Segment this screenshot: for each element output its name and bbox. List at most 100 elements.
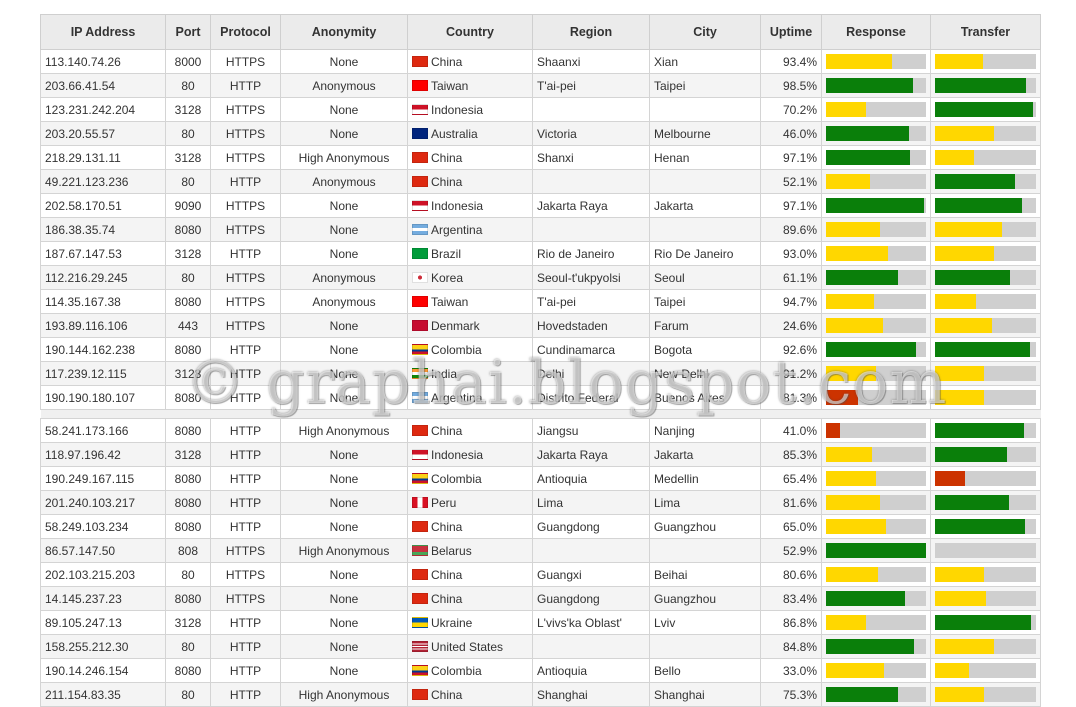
transfer-cell xyxy=(930,289,1041,314)
column-header-protocol[interactable]: Protocol xyxy=(210,14,281,50)
transfer-bar-fill xyxy=(935,198,1022,213)
response-cell xyxy=(821,658,931,683)
ip-address-cell[interactable]: 49.221.123.236 xyxy=(40,169,166,194)
country-cell: China xyxy=(407,586,533,611)
protocol-cell: HTTPS xyxy=(210,562,281,587)
transfer-bar-fill xyxy=(935,294,977,309)
ip-address-cell[interactable]: 58.241.173.166 xyxy=(40,418,166,443)
table-row[interactable]: 187.67.147.53 3128 HTTP None Brazil Rio de Ja… xyxy=(40,241,1041,266)
table-row[interactable]: 49.221.123.236 80 HTTP Anonymous China 52.1% xyxy=(40,169,1041,194)
city-cell: Henan xyxy=(649,145,761,170)
uptime-cell: 81.3% xyxy=(760,385,822,410)
transfer-bar xyxy=(935,567,1036,582)
table-row[interactable]: 113.140.74.26 8000 HTTPS None China Shaanxi Xi… xyxy=(40,49,1041,74)
anonymity-cell: None xyxy=(280,217,408,242)
transfer-bar xyxy=(935,102,1036,117)
table-row[interactable]: 203.66.41.54 80 HTTP Anonymous Taiwan T'ai-pe… xyxy=(40,73,1041,98)
table-row[interactable]: 202.103.215.203 80 HTTPS None China Guangxi Be… xyxy=(40,562,1041,587)
column-header-city[interactable]: City xyxy=(649,14,761,50)
ip-address-cell[interactable]: 86.57.147.50 xyxy=(40,538,166,563)
table-row[interactable]: 201.240.103.217 8080 HTTP None Peru Lima Lima 8… xyxy=(40,490,1041,515)
transfer-bar xyxy=(935,495,1036,510)
region-cell: Shaanxi xyxy=(532,49,650,74)
ip-address-cell[interactable]: 190.144.162.238 xyxy=(40,337,166,362)
column-header-response[interactable]: Response xyxy=(821,14,931,50)
response-cell xyxy=(821,361,931,386)
column-header-transfer[interactable]: Transfer xyxy=(930,14,1041,50)
ip-address-cell[interactable]: 190.249.167.115 xyxy=(40,466,166,491)
table-row[interactable]: 158.255.212.30 80 HTTP None United States 84.… xyxy=(40,634,1041,659)
table-row[interactable]: 58.241.173.166 8080 HTTP High Anonymous Chin… xyxy=(40,418,1041,443)
port-cell: 8080 xyxy=(165,514,211,539)
column-header-port[interactable]: Port xyxy=(165,14,211,50)
ip-address-cell[interactable]: 123.231.242.204 xyxy=(40,97,166,122)
ip-address-cell[interactable]: 114.35.167.38 xyxy=(40,289,166,314)
country-name: Taiwan xyxy=(431,78,469,93)
response-bar-fill xyxy=(826,318,883,333)
table-row[interactable]: 193.89.116.106 443 HTTPS None Denmark Hovedst… xyxy=(40,313,1041,338)
transfer-cell xyxy=(930,241,1041,266)
ip-address-cell[interactable]: 89.105.247.13 xyxy=(40,610,166,635)
country-flag-icon xyxy=(412,295,428,307)
column-header-region[interactable]: Region xyxy=(532,14,650,50)
table-row[interactable]: 190.144.162.238 8080 HTTP None Colombia Cundi… xyxy=(40,337,1041,362)
country-name: Indonesia xyxy=(431,447,484,462)
ip-address-cell[interactable]: 202.58.170.51 xyxy=(40,193,166,218)
table-row[interactable]: 186.38.35.74 8080 HTTPS None Argentina 89.6% xyxy=(40,217,1041,242)
table-row[interactable]: 89.105.247.13 3128 HTTP None Ukraine L'vivs'k… xyxy=(40,610,1041,635)
country-flag-icon xyxy=(412,592,428,604)
column-header-ip-address[interactable]: IP Address xyxy=(40,14,166,50)
country-name: Taiwan xyxy=(431,294,469,309)
table-row[interactable]: 14.145.237.23 8080 HTTPS None China Guangdong… xyxy=(40,586,1041,611)
table-row[interactable]: 114.35.167.38 8080 HTTPS Anonymous Taiwan T'a… xyxy=(40,289,1041,314)
ip-address-cell[interactable]: 202.103.215.203 xyxy=(40,562,166,587)
protocol-cell: HTTPS xyxy=(210,538,281,563)
ip-address-cell[interactable]: 190.190.180.107 xyxy=(40,385,166,410)
table-row[interactable]: 190.249.167.115 8080 HTTP None Colombia Antio… xyxy=(40,466,1041,491)
column-header-uptime[interactable]: Uptime xyxy=(760,14,822,50)
transfer-bar xyxy=(935,270,1036,285)
ip-address-cell[interactable]: 203.66.41.54 xyxy=(40,73,166,98)
table-row[interactable]: 112.216.29.245 80 HTTPS Anonymous Korea Seoul… xyxy=(40,265,1041,290)
country-cell: Peru xyxy=(407,490,533,515)
ip-address-cell[interactable]: 118.97.196.42 xyxy=(40,442,166,467)
transfer-cell xyxy=(930,217,1041,242)
table-row[interactable]: 118.97.196.42 3128 HTTP None Indonesia Jakart… xyxy=(40,442,1041,467)
table-row[interactable]: 117.239.12.115 3128 HTTP None India Delhi New … xyxy=(40,361,1041,386)
port-cell: 3128 xyxy=(165,610,211,635)
ip-address-cell[interactable]: 58.249.103.234 xyxy=(40,514,166,539)
table-row[interactable]: 190.14.246.154 8080 HTTP None Colombia Antioq… xyxy=(40,658,1041,683)
table-row[interactable]: 58.249.103.234 8080 HTTP None China Guangdong… xyxy=(40,514,1041,539)
transfer-cell xyxy=(930,466,1041,491)
response-cell xyxy=(821,121,931,146)
column-header-country[interactable]: Country xyxy=(407,14,533,50)
city-cell: Guangzhou xyxy=(649,586,761,611)
ip-address-cell[interactable]: 193.89.116.106 xyxy=(40,313,166,338)
table-row[interactable]: 218.29.131.11 3128 HTTPS High Anonymous Chin… xyxy=(40,145,1041,170)
ip-address-cell[interactable]: 201.240.103.217 xyxy=(40,490,166,515)
ip-address-cell[interactable]: 117.239.12.115 xyxy=(40,361,166,386)
table-row[interactable]: 211.154.83.35 80 HTTP High Anonymous China Sh… xyxy=(40,682,1041,707)
ip-address-cell[interactable]: 112.216.29.245 xyxy=(40,265,166,290)
region-cell: Cundinamarca xyxy=(532,337,650,362)
city-cell: Nanjing xyxy=(649,418,761,443)
ip-address-cell[interactable]: 158.255.212.30 xyxy=(40,634,166,659)
table-row[interactable]: 86.57.147.50 808 HTTPS High Anonymous Belaru… xyxy=(40,538,1041,563)
table-row[interactable]: 123.231.242.204 3128 HTTPS None Indonesia 70.… xyxy=(40,97,1041,122)
ip-address-cell[interactable]: 113.140.74.26 xyxy=(40,49,166,74)
ip-address-cell[interactable]: 186.38.35.74 xyxy=(40,217,166,242)
protocol-cell: HTTP xyxy=(210,361,281,386)
country-flag-icon xyxy=(412,424,428,436)
ip-address-cell[interactable]: 203.20.55.57 xyxy=(40,121,166,146)
ip-address-cell[interactable]: 211.154.83.35 xyxy=(40,682,166,707)
transfer-bar xyxy=(935,246,1036,261)
table-row[interactable]: 202.58.170.51 9090 HTTPS None Indonesia Jakar… xyxy=(40,193,1041,218)
ip-address-cell[interactable]: 187.67.147.53 xyxy=(40,241,166,266)
ip-address-cell[interactable]: 218.29.131.11 xyxy=(40,145,166,170)
ip-address-cell[interactable]: 190.14.246.154 xyxy=(40,658,166,683)
column-header-anonymity[interactable]: Anonymity xyxy=(280,14,408,50)
anonymity-cell: None xyxy=(280,610,408,635)
ip-address-cell[interactable]: 14.145.237.23 xyxy=(40,586,166,611)
table-row[interactable]: 190.190.180.107 8080 HTTP None Argentina Dist… xyxy=(40,385,1041,410)
table-row[interactable]: 203.20.55.57 80 HTTPS None Australia Victoria… xyxy=(40,121,1041,146)
